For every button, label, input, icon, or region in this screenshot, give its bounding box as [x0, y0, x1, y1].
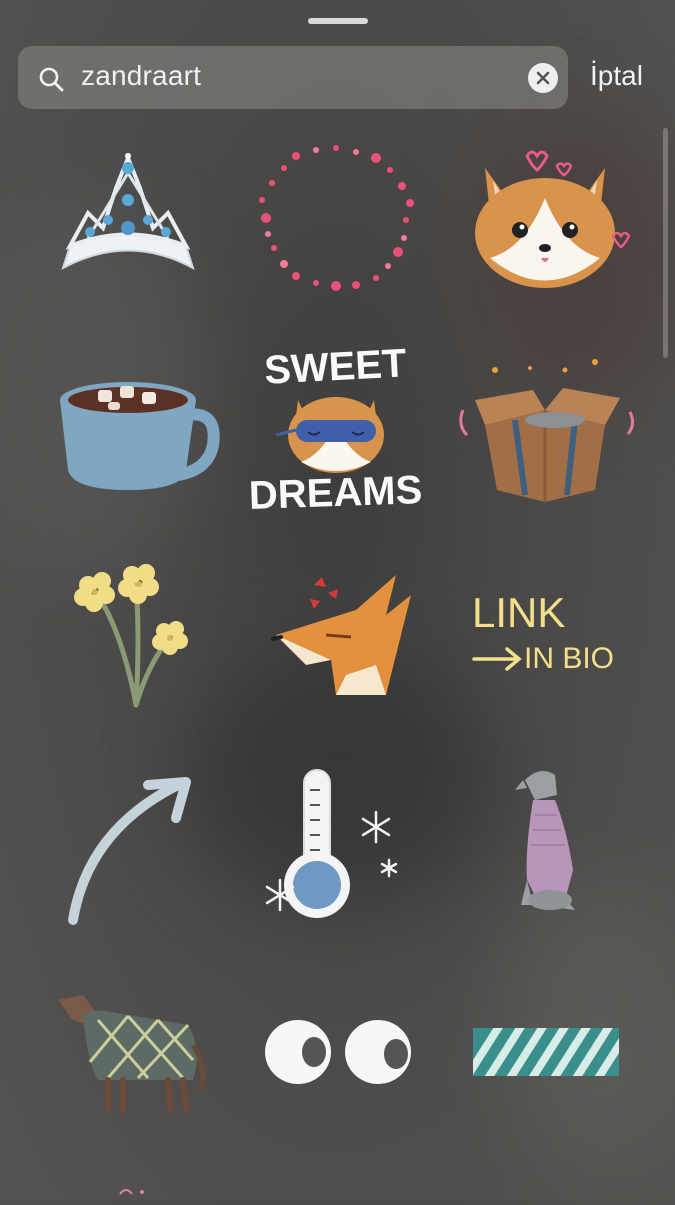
open-box-icon — [459, 359, 635, 502]
striped-tape-icon — [473, 1028, 619, 1076]
sticker-open-box[interactable] — [445, 340, 645, 520]
clear-search-button[interactable] — [528, 63, 558, 93]
sticker-hot-cocoa[interactable] — [28, 340, 228, 520]
partial-sticker-icon — [119, 1189, 144, 1195]
curved-arrow-icon — [68, 777, 191, 925]
sticker-curved-arrow[interactable] — [28, 760, 228, 940]
sticker-yellow-flowers[interactable] — [28, 555, 228, 735]
angry-fox-icon — [271, 575, 411, 695]
sticker-dog-sweater[interactable] — [445, 760, 645, 940]
heart-wreath-icon — [259, 145, 414, 291]
sheet-grabber[interactable] — [308, 18, 368, 24]
sticker-thermometer[interactable] — [236, 760, 436, 940]
sticker-tiara[interactable] — [28, 128, 228, 308]
sticker-googly-eyes[interactable] — [236, 970, 436, 1150]
sweet-dreams-subtitle: DREAMS — [248, 468, 423, 518]
search-bar[interactable]: zandraart — [18, 46, 568, 109]
horse-blanket-icon — [58, 995, 206, 1113]
sticker-angry-fox[interactable] — [236, 555, 436, 735]
yellow-flowers-icon — [74, 564, 188, 708]
googly-eyes-icon — [265, 1020, 411, 1084]
sticker-link-in-bio[interactable]: LINK IN BIO — [452, 555, 652, 735]
close-icon — [536, 71, 550, 85]
sticker-sweet-dreams[interactable]: SWEET DREAMS — [236, 340, 436, 520]
search-input[interactable]: zandraart — [81, 60, 201, 92]
sticker-corgi-hearts[interactable] — [445, 128, 645, 308]
sticker-heart-wreath[interactable] — [236, 128, 436, 308]
dog-sweater-icon — [515, 771, 575, 910]
sticker-horse-blanket[interactable] — [28, 970, 228, 1150]
link-in-bio-subtitle: IN BIO — [524, 642, 614, 675]
link-in-bio-icon: LINK IN BIO — [472, 589, 614, 675]
cancel-button[interactable]: İptal — [590, 60, 643, 92]
hot-cocoa-mug-icon — [60, 382, 220, 490]
sweet-dreams-title: SWEET — [263, 341, 407, 392]
scrollbar[interactable] — [663, 128, 668, 358]
sticker-partial[interactable] — [90, 1180, 170, 1200]
sticker-striped-tape[interactable] — [445, 970, 645, 1150]
corgi-hearts-icon — [475, 150, 631, 288]
tiara-icon — [61, 152, 195, 271]
thermometer-snowflake-icon — [265, 769, 398, 918]
link-in-bio-title: LINK — [472, 589, 565, 636]
search-icon — [39, 67, 64, 92]
sweet-dreams-corgi-icon: SWEET DREAMS — [248, 341, 423, 518]
